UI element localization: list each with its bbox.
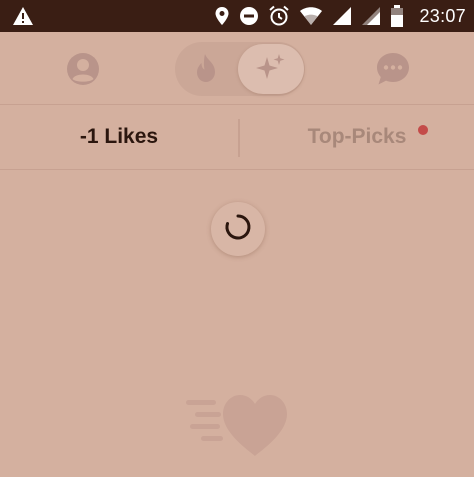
- messages-button[interactable]: [372, 50, 414, 92]
- do-not-disturb-icon: [239, 6, 259, 26]
- likes-tab-row: -1 Likes Top-Picks: [0, 105, 474, 170]
- loading-spinner: [211, 202, 265, 256]
- chat-bubble-icon: [375, 51, 411, 92]
- status-clock: 23:07: [419, 5, 466, 26]
- status-bar: 23:07: [0, 0, 474, 32]
- tab-top-picks[interactable]: Top-Picks: [240, 105, 474, 169]
- warning-icon: [12, 6, 34, 26]
- location-icon: [214, 6, 230, 26]
- flying-heart-icon: [183, 390, 293, 460]
- flame-icon: [193, 53, 219, 88]
- sparkle-icon: [255, 53, 287, 86]
- profile-button[interactable]: [62, 50, 104, 92]
- profile-icon: [66, 52, 100, 91]
- battery-icon: [390, 5, 404, 27]
- signal-icon: [332, 6, 352, 26]
- signal-icon: [361, 6, 381, 26]
- wifi-icon: [299, 6, 323, 26]
- sparkle-tab[interactable]: [238, 44, 304, 94]
- alarm-icon: [268, 5, 290, 27]
- flame-tab[interactable]: [185, 49, 227, 91]
- notification-dot: [418, 125, 428, 135]
- discovery-mode-toggle: [175, 42, 305, 96]
- spinner-icon: [223, 212, 253, 247]
- tab-likes[interactable]: -1 Likes: [0, 105, 238, 169]
- top-nav: [0, 32, 474, 105]
